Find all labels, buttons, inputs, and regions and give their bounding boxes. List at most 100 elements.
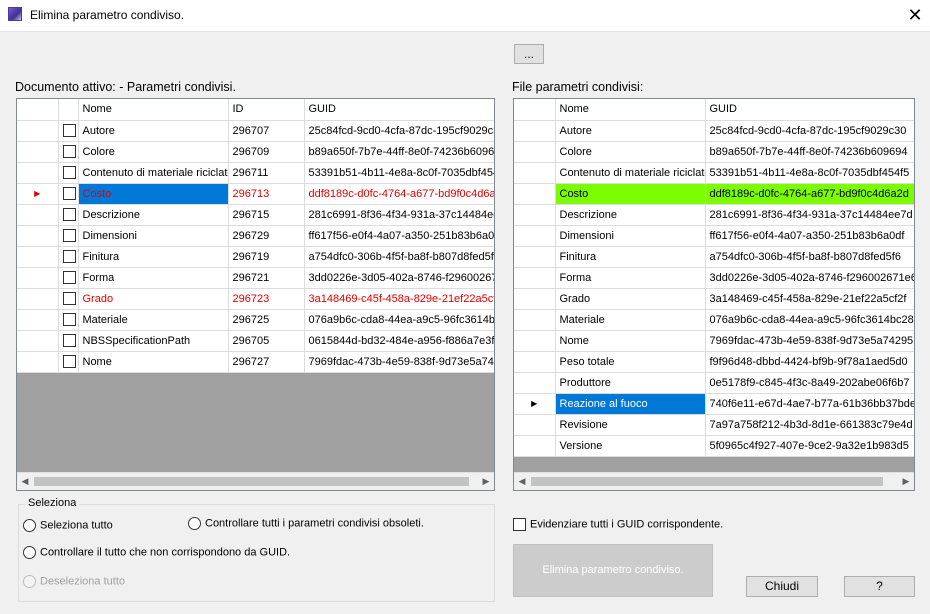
cell-nome[interactable]: Forma bbox=[78, 267, 229, 289]
scroll-right-icon[interactable]: ▶ bbox=[478, 474, 494, 489]
row-header[interactable]: ▶ bbox=[17, 183, 59, 205]
close-button[interactable]: Chiudi bbox=[746, 576, 818, 597]
cell-nome[interactable]: Grado bbox=[555, 288, 706, 310]
cell-nome[interactable]: Finitura bbox=[555, 246, 706, 268]
row-checkbox-cell[interactable] bbox=[58, 309, 79, 331]
select-all-radio[interactable]: Seleziona tutto bbox=[23, 519, 113, 532]
cell-id[interactable]: 296723 bbox=[228, 288, 305, 310]
scroll-thumb[interactable] bbox=[34, 477, 469, 486]
cell-id[interactable]: 296713 bbox=[228, 183, 305, 205]
cell-nome[interactable]: Contenuto di materiale riciclato bbox=[555, 162, 706, 184]
row-header[interactable] bbox=[514, 351, 556, 373]
row-header[interactable]: ▶ bbox=[514, 393, 556, 415]
checkbox-icon[interactable] bbox=[62, 313, 76, 326]
table-row[interactable]: Contenuto di materiale riciclato 296711 53… bbox=[17, 162, 494, 184]
table-row[interactable]: Autore 296707 25c84fcd-9cd0-4cfa-87dc-195c… bbox=[17, 120, 494, 142]
row-header[interactable] bbox=[17, 330, 59, 352]
row-header[interactable] bbox=[17, 141, 59, 163]
row-checkbox-cell[interactable] bbox=[58, 246, 79, 268]
cell-guid[interactable]: a754dfc0-306b-4f5f-ba8f-b807d8fed5f6 bbox=[304, 246, 494, 268]
row-header[interactable] bbox=[17, 204, 59, 226]
row-header[interactable] bbox=[514, 309, 556, 331]
cell-id[interactable]: 296719 bbox=[228, 246, 305, 268]
checkbox-icon[interactable] bbox=[62, 292, 76, 305]
row-checkbox-cell[interactable] bbox=[58, 351, 79, 373]
checkbox-icon[interactable] bbox=[62, 250, 76, 263]
cell-guid[interactable]: 076a9b6c-cda8-44ea-a9c5-96fc3614bc28 bbox=[304, 309, 494, 331]
cell-guid[interactable]: f9f96d48-dbbd-4424-bf9b-9f78a1aed5d0 bbox=[705, 351, 914, 373]
active-document-grid[interactable]: Nome ID GUID Autore 296707 25c84fcd-9cd0-4… bbox=[16, 98, 495, 491]
cell-id[interactable]: 296707 bbox=[228, 120, 305, 142]
row-header[interactable] bbox=[17, 162, 59, 184]
table-row[interactable]: Autore 25c84fcd-9cd0-4cfa-87dc-195cf9029c… bbox=[514, 120, 914, 142]
cell-id[interactable]: 296705 bbox=[228, 330, 305, 352]
table-row[interactable]: Peso totale f9f96d48-dbbd-4424-bf9b-9f78a… bbox=[514, 351, 914, 373]
cell-id[interactable]: 296727 bbox=[228, 351, 305, 373]
row-header[interactable] bbox=[17, 288, 59, 310]
row-header[interactable] bbox=[514, 414, 556, 436]
cell-guid[interactable]: 281c6991-8f36-4f34-931a-37c14484ee7d bbox=[304, 204, 494, 226]
cell-id[interactable]: 296715 bbox=[228, 204, 305, 226]
deselect-all-radio[interactable]: Deseleziona tutto bbox=[23, 575, 125, 588]
row-checkbox-cell[interactable] bbox=[58, 183, 79, 205]
row-header[interactable] bbox=[514, 330, 556, 352]
cell-nome[interactable]: Produttore bbox=[555, 372, 706, 394]
cell-nome[interactable]: Nome bbox=[78, 351, 229, 373]
table-row[interactable]: Descrizione 296715 281c6991-8f36-4f34-931a… bbox=[17, 204, 494, 226]
scroll-right-icon[interactable]: ▶ bbox=[898, 474, 914, 489]
cell-guid[interactable]: 281c6991-8f36-4f34-931a-37c14484ee7d bbox=[705, 204, 914, 226]
cell-guid[interactable]: 076a9b6c-cda8-44ea-a9c5-96fc3614bc28 bbox=[705, 309, 914, 331]
checkbox-icon[interactable] bbox=[62, 271, 76, 284]
cell-nome[interactable]: Descrizione bbox=[78, 204, 229, 226]
scroll-thumb[interactable] bbox=[531, 477, 883, 486]
right-horizontal-scrollbar[interactable]: ◀ ▶ bbox=[514, 472, 914, 490]
checkbox-icon[interactable] bbox=[62, 229, 76, 242]
cell-nome[interactable]: Materiale bbox=[555, 309, 706, 331]
table-row[interactable]: Costo ddf8189c-d0fc-4764-a677-bd9f0c4d6a2… bbox=[514, 183, 914, 205]
table-row[interactable]: Descrizione 281c6991-8f36-4f34-931a-37c14… bbox=[514, 204, 914, 226]
cell-guid[interactable]: 7a97a758f212-4b3d-8d1e-661383c79e4d bbox=[705, 414, 914, 436]
cell-guid[interactable]: 0615844d-bd32-484e-a956-f886a7e3f6a1 bbox=[304, 330, 494, 352]
table-row[interactable]: Grado 3a148469-c45f-458a-829e-21ef22a5cf2… bbox=[514, 288, 914, 310]
cell-nome[interactable]: Descrizione bbox=[555, 204, 706, 226]
cell-nome[interactable]: Costo bbox=[78, 183, 229, 205]
row-checkbox-cell[interactable] bbox=[58, 162, 79, 184]
row-checkbox-cell[interactable] bbox=[58, 267, 79, 289]
checkbox-icon[interactable] bbox=[62, 124, 76, 137]
cell-nome[interactable]: Dimensioni bbox=[555, 225, 706, 247]
cell-nome[interactable]: Nome bbox=[555, 330, 706, 352]
column-header-nome[interactable]: Nome bbox=[555, 99, 706, 121]
row-header[interactable] bbox=[514, 267, 556, 289]
cell-guid[interactable]: ff617f56-e0f4-4a07-a350-251b83b6a0df bbox=[705, 225, 914, 247]
row-checkbox-cell[interactable] bbox=[58, 225, 79, 247]
row-header[interactable] bbox=[17, 267, 59, 289]
checkbox-icon[interactable] bbox=[62, 355, 76, 368]
cell-nome[interactable]: Contenuto di materiale riciclato bbox=[78, 162, 229, 184]
checkbox-icon[interactable] bbox=[62, 208, 76, 221]
cell-guid[interactable]: ddf8189c-d0fc-4764-a677-bd9f0c4d6a2d bbox=[304, 183, 494, 205]
cell-guid[interactable]: 7969fdac-473b-4e59-838f-9d73e5a74295 bbox=[705, 330, 914, 352]
highlight-guid-checkbox[interactable]: Evidenziare tutti i GUID corrispondente. bbox=[513, 518, 723, 531]
table-row[interactable]: Materiale 076a9b6c-cda8-44ea-a9c5-96fc361… bbox=[514, 309, 914, 331]
checkbox-icon[interactable] bbox=[62, 187, 76, 200]
row-header[interactable] bbox=[514, 120, 556, 142]
cell-id[interactable]: 296721 bbox=[228, 267, 305, 289]
cell-guid[interactable]: 7969fdac-473b-4e59-838f-9d73e5a74295 bbox=[304, 351, 494, 373]
cell-guid[interactable]: 25c84fcd-9cd0-4cfa-87dc-195cf9029c30 bbox=[304, 120, 494, 142]
shared-parameters-file-grid[interactable]: Nome GUID Autore 25c84fcd-9cd0-4cfa-87dc-… bbox=[513, 98, 915, 491]
cell-guid[interactable]: a754dfc0-306b-4f5f-ba8f-b807d8fed5f6 bbox=[705, 246, 914, 268]
cell-id[interactable]: 296709 bbox=[228, 141, 305, 163]
checkbox-icon[interactable] bbox=[62, 145, 76, 158]
column-header-guid[interactable]: GUID bbox=[304, 99, 494, 121]
table-row[interactable]: Forma 296721 3dd0226e-3d05-402a-8746-f2960… bbox=[17, 267, 494, 289]
cell-guid[interactable]: 53391b51-4b11-4e8a-8c0f-7035dbf454f5 bbox=[304, 162, 494, 184]
row-checkbox-cell[interactable] bbox=[58, 204, 79, 226]
cell-id[interactable]: 296725 bbox=[228, 309, 305, 331]
cell-nome[interactable]: Forma bbox=[555, 267, 706, 289]
column-header-guid[interactable]: GUID bbox=[705, 99, 914, 121]
checkbox-icon[interactable] bbox=[62, 166, 76, 179]
table-row[interactable]: Dimensioni ff617f56-e0f4-4a07-a350-251b83… bbox=[514, 225, 914, 247]
column-header-nome[interactable]: Nome bbox=[78, 99, 229, 121]
cell-nome[interactable]: Materiale bbox=[78, 309, 229, 331]
cell-guid[interactable]: ff617f56-e0f4-4a07-a350-251b83b6a0df bbox=[304, 225, 494, 247]
